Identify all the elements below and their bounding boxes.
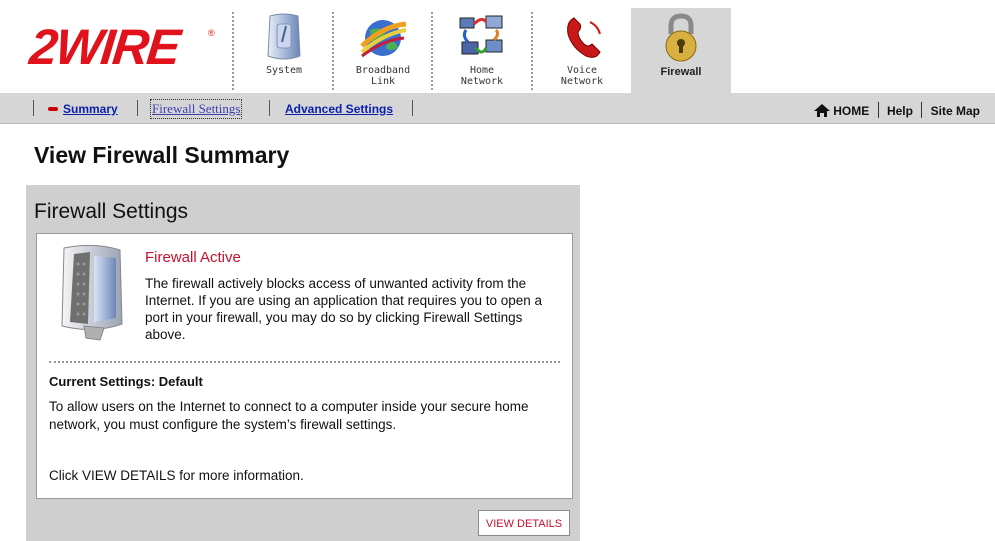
nav-divider — [33, 100, 34, 116]
header: 2WIRE ® System Broadband Link Home Netwo… — [0, 0, 995, 93]
home-label: HOME — [833, 104, 870, 118]
tab-label: Broadband Link — [355, 65, 411, 87]
tab-firewall[interactable]: Firewall — [631, 8, 731, 93]
nav-separator — [431, 12, 433, 90]
2wire-logo[interactable]: 2WIRE ® — [27, 19, 215, 75]
more-info-text: Click VIEW DETAILS for more information. — [49, 468, 304, 483]
help-link[interactable]: Help — [887, 104, 913, 118]
firewall-status-text: The firewall actively blocks access of u… — [145, 276, 543, 342]
firewall-settings-panel: Firewall Settings Firewall Active The fi… — [26, 185, 580, 541]
firewall-status-title: Firewall Active — [145, 249, 241, 266]
divider — [49, 361, 560, 363]
active-indicator-icon — [48, 107, 58, 111]
globe-icon — [358, 12, 408, 69]
summary-link[interactable]: Summary — [63, 102, 118, 116]
nav-separator — [232, 12, 234, 90]
view-details-button[interactable]: VIEW DETAILS — [478, 510, 570, 536]
padlock-icon — [657, 12, 705, 69]
tab-system[interactable]: System — [236, 8, 332, 93]
tab-voice-network[interactable]: Voice Network — [534, 8, 630, 93]
home-link[interactable]: HOME — [813, 104, 873, 118]
nav-separator — [332, 12, 334, 90]
current-settings-text: To allow users on the Internet to connec… — [49, 399, 529, 432]
firewall-settings-link[interactable]: Firewall Settings — [149, 99, 243, 119]
tab-label: Home Network — [460, 65, 504, 87]
tab-label: Voice Network — [560, 65, 604, 87]
panel-title: Firewall Settings — [34, 200, 189, 223]
network-computers-icon — [456, 12, 508, 69]
telephone-icon — [560, 12, 604, 69]
nav-divider — [269, 100, 270, 116]
tab-label: System — [265, 65, 303, 76]
nav-divider — [412, 100, 413, 116]
advanced-settings-link[interactable]: Advanced Settings — [285, 102, 393, 116]
current-settings-label: Current Settings: Default — [49, 374, 203, 389]
firewall-device-image — [54, 242, 128, 342]
system-device-icon — [262, 12, 306, 69]
nav-separator — [531, 12, 533, 90]
tab-home-network[interactable]: Home Network — [434, 8, 530, 93]
page-title: View Firewall Summary — [34, 142, 290, 168]
nav-divider — [137, 100, 138, 116]
firewall-status-box: Firewall Active The firewall actively bl… — [36, 233, 573, 499]
home-icon — [813, 104, 830, 117]
utility-links: HOME Help Site Map — [813, 102, 980, 118]
tab-broadband-link[interactable]: Broadband Link — [335, 8, 431, 93]
tab-label: Firewall — [660, 66, 702, 78]
site-map-link[interactable]: Site Map — [931, 104, 980, 118]
sub-navigation: Summary Firewall Settings Advanced Setti… — [0, 93, 995, 124]
logo-text: 2WIRE — [27, 19, 182, 75]
